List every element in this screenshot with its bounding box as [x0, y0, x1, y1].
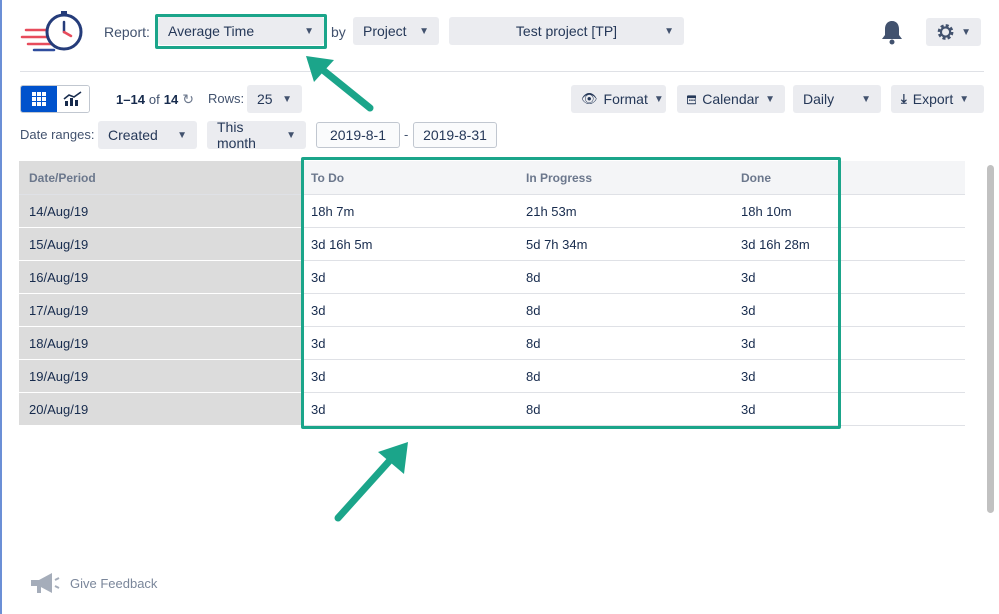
date-field-select[interactable]: Created ▼: [98, 121, 197, 149]
date-to-input[interactable]: 2019-8-31: [413, 122, 497, 148]
eye-icon: 👁: [581, 91, 598, 106]
chart-icon: [63, 91, 82, 106]
grid-icon: [32, 92, 46, 106]
date-period-select[interactable]: This month ▼: [207, 119, 306, 151]
granularity-select[interactable]: Daily ▼: [793, 85, 881, 113]
window-edge: [0, 0, 2, 614]
calendar-icon: [687, 94, 697, 104]
give-feedback-label: Give Feedback: [70, 575, 158, 591]
row-date: 18/Aug/19: [19, 326, 301, 360]
export-button[interactable]: ⤓ Export ▼: [891, 85, 984, 113]
row-date: 19/Aug/19: [19, 359, 301, 393]
chevron-down-icon: ▼: [664, 25, 674, 37]
pagination: 1–14 of 14 ↻: [116, 91, 194, 108]
date-field-value: Created: [108, 127, 158, 143]
row-date: 14/Aug/19: [19, 194, 301, 228]
arrow-annotation-icon: [334, 442, 408, 522]
group-by-select[interactable]: Project ▼: [353, 17, 439, 45]
format-button[interactable]: 👁 Format ▼: [571, 85, 666, 113]
format-label: Format: [603, 91, 648, 107]
header-divider: [20, 71, 984, 72]
date-ranges-label: Date ranges:: [20, 127, 95, 142]
gear-icon: [937, 24, 954, 40]
row-date: 20/Aug/19: [19, 392, 301, 426]
download-icon: ⤓: [901, 91, 907, 106]
settings-button[interactable]: ▼: [926, 18, 981, 46]
arrow-annotation-icon: [306, 56, 374, 112]
pagination-total: 14: [163, 92, 179, 107]
give-feedback-link[interactable]: Give Feedback: [28, 572, 157, 594]
date-period-value: This month: [217, 119, 256, 151]
chevron-down-icon: ▼: [861, 93, 871, 105]
view-toggle: [20, 85, 90, 113]
status-columns-highlight: [301, 157, 841, 429]
calendar-button[interactable]: Calendar ▼: [677, 85, 785, 113]
date-from-value: 2019-8-1: [329, 127, 387, 143]
app-logo-icon: [20, 11, 83, 52]
project-select[interactable]: Test project [TP] ▼: [449, 17, 684, 45]
refresh-icon[interactable]: ↻: [182, 91, 194, 108]
pagination-of: of: [148, 92, 160, 107]
chevron-down-icon: ▼: [177, 129, 187, 141]
row-date: 17/Aug/19: [19, 293, 301, 327]
date-to-value: 2019-8-31: [423, 127, 487, 143]
project-select-value: Test project [TP]: [515, 23, 618, 39]
vertical-scrollbar[interactable]: [987, 165, 994, 513]
date-from-input[interactable]: 2019-8-1: [316, 122, 400, 148]
chevron-down-icon: ▼: [765, 93, 775, 105]
by-label: by: [331, 24, 346, 40]
row-date: 16/Aug/19: [19, 260, 301, 294]
rows-label: Rows:: [208, 91, 245, 106]
export-label: Export: [912, 91, 954, 107]
report-select-highlight: [155, 14, 327, 49]
group-by-value: Project: [363, 23, 407, 39]
rows-select-value: 25: [257, 91, 273, 107]
megaphone-icon: [31, 573, 60, 593]
pagination-range: 1–14: [116, 92, 145, 107]
table-view-button[interactable]: [21, 86, 57, 112]
chevron-down-icon: ▼: [961, 26, 971, 38]
granularity-value: Daily: [803, 91, 835, 107]
chevron-down-icon: ▼: [419, 25, 429, 37]
notification-bell-icon[interactable]: [880, 19, 904, 45]
report-label: Report:: [104, 24, 150, 40]
row-date: 15/Aug/19: [19, 227, 301, 261]
column-header[interactable]: Date/Period: [19, 161, 301, 195]
chart-view-button[interactable]: [57, 86, 89, 112]
rows-select[interactable]: 25 ▼: [247, 85, 302, 113]
date-separator: -: [404, 127, 409, 142]
chevron-down-icon: ▼: [286, 129, 296, 141]
calendar-label: Calendar: [702, 91, 760, 107]
chevron-down-icon: ▼: [282, 93, 292, 105]
chevron-down-icon: ▼: [959, 93, 970, 105]
chevron-down-icon: ▼: [653, 93, 664, 105]
